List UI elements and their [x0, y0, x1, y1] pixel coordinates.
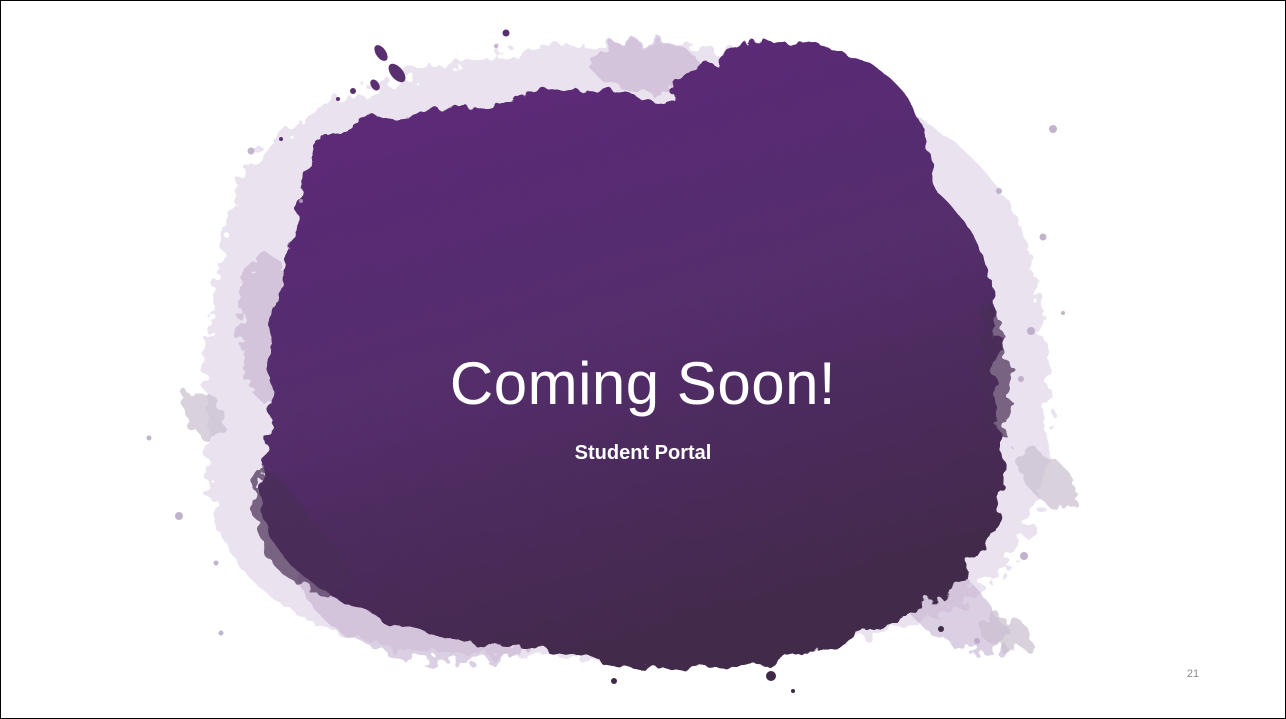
- slide-title: Coming Soon!: [449, 350, 837, 417]
- slide-number: 21: [1186, 668, 1200, 680]
- slide: Coming Soon! Student Portal 21: [0, 0, 1286, 719]
- slide-subtitle: Student Portal: [574, 442, 712, 464]
